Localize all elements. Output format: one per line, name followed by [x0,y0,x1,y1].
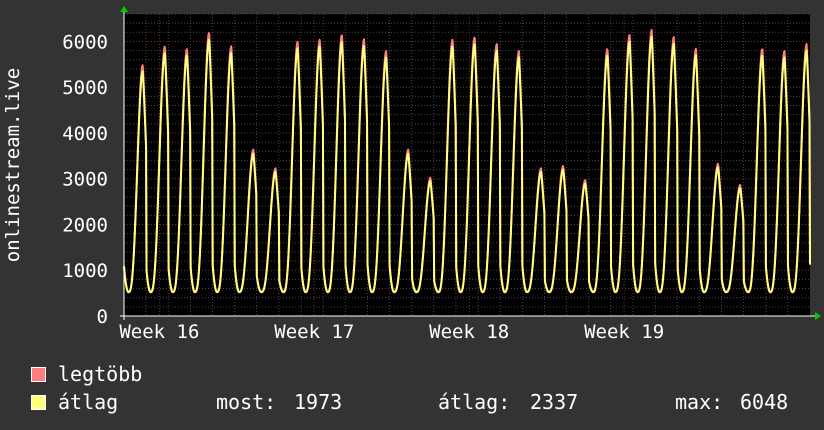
x-tick-label: Week 18 [429,321,509,343]
y-tick-label: 4000 [62,123,108,145]
y-tick-labels: 0 1000 2000 3000 4000 5000 6000 [62,31,108,328]
y-tick-label: 2000 [62,214,108,236]
x-tick-labels: Week 16 Week 17 Week 18 Week 19 [119,321,664,343]
y-tick-label: 6000 [62,31,108,53]
x-tick-label: Week 19 [584,321,664,343]
y-tick-label: 5000 [62,77,108,99]
x-axis-arrow-icon [815,312,821,320]
y-tick-label: 0 [97,306,108,328]
x-tick-label: Week 17 [274,321,354,343]
y-axis-label: onlinestream.live [2,68,24,262]
y-tick-label: 1000 [62,260,108,282]
x-tick-label: Week 16 [119,321,199,343]
y-axis-arrow-icon [120,6,128,12]
y-tick-label: 3000 [62,169,108,191]
chart: 0 1000 2000 3000 4000 5000 6000 Week 16 Week 17… [2,6,821,343]
